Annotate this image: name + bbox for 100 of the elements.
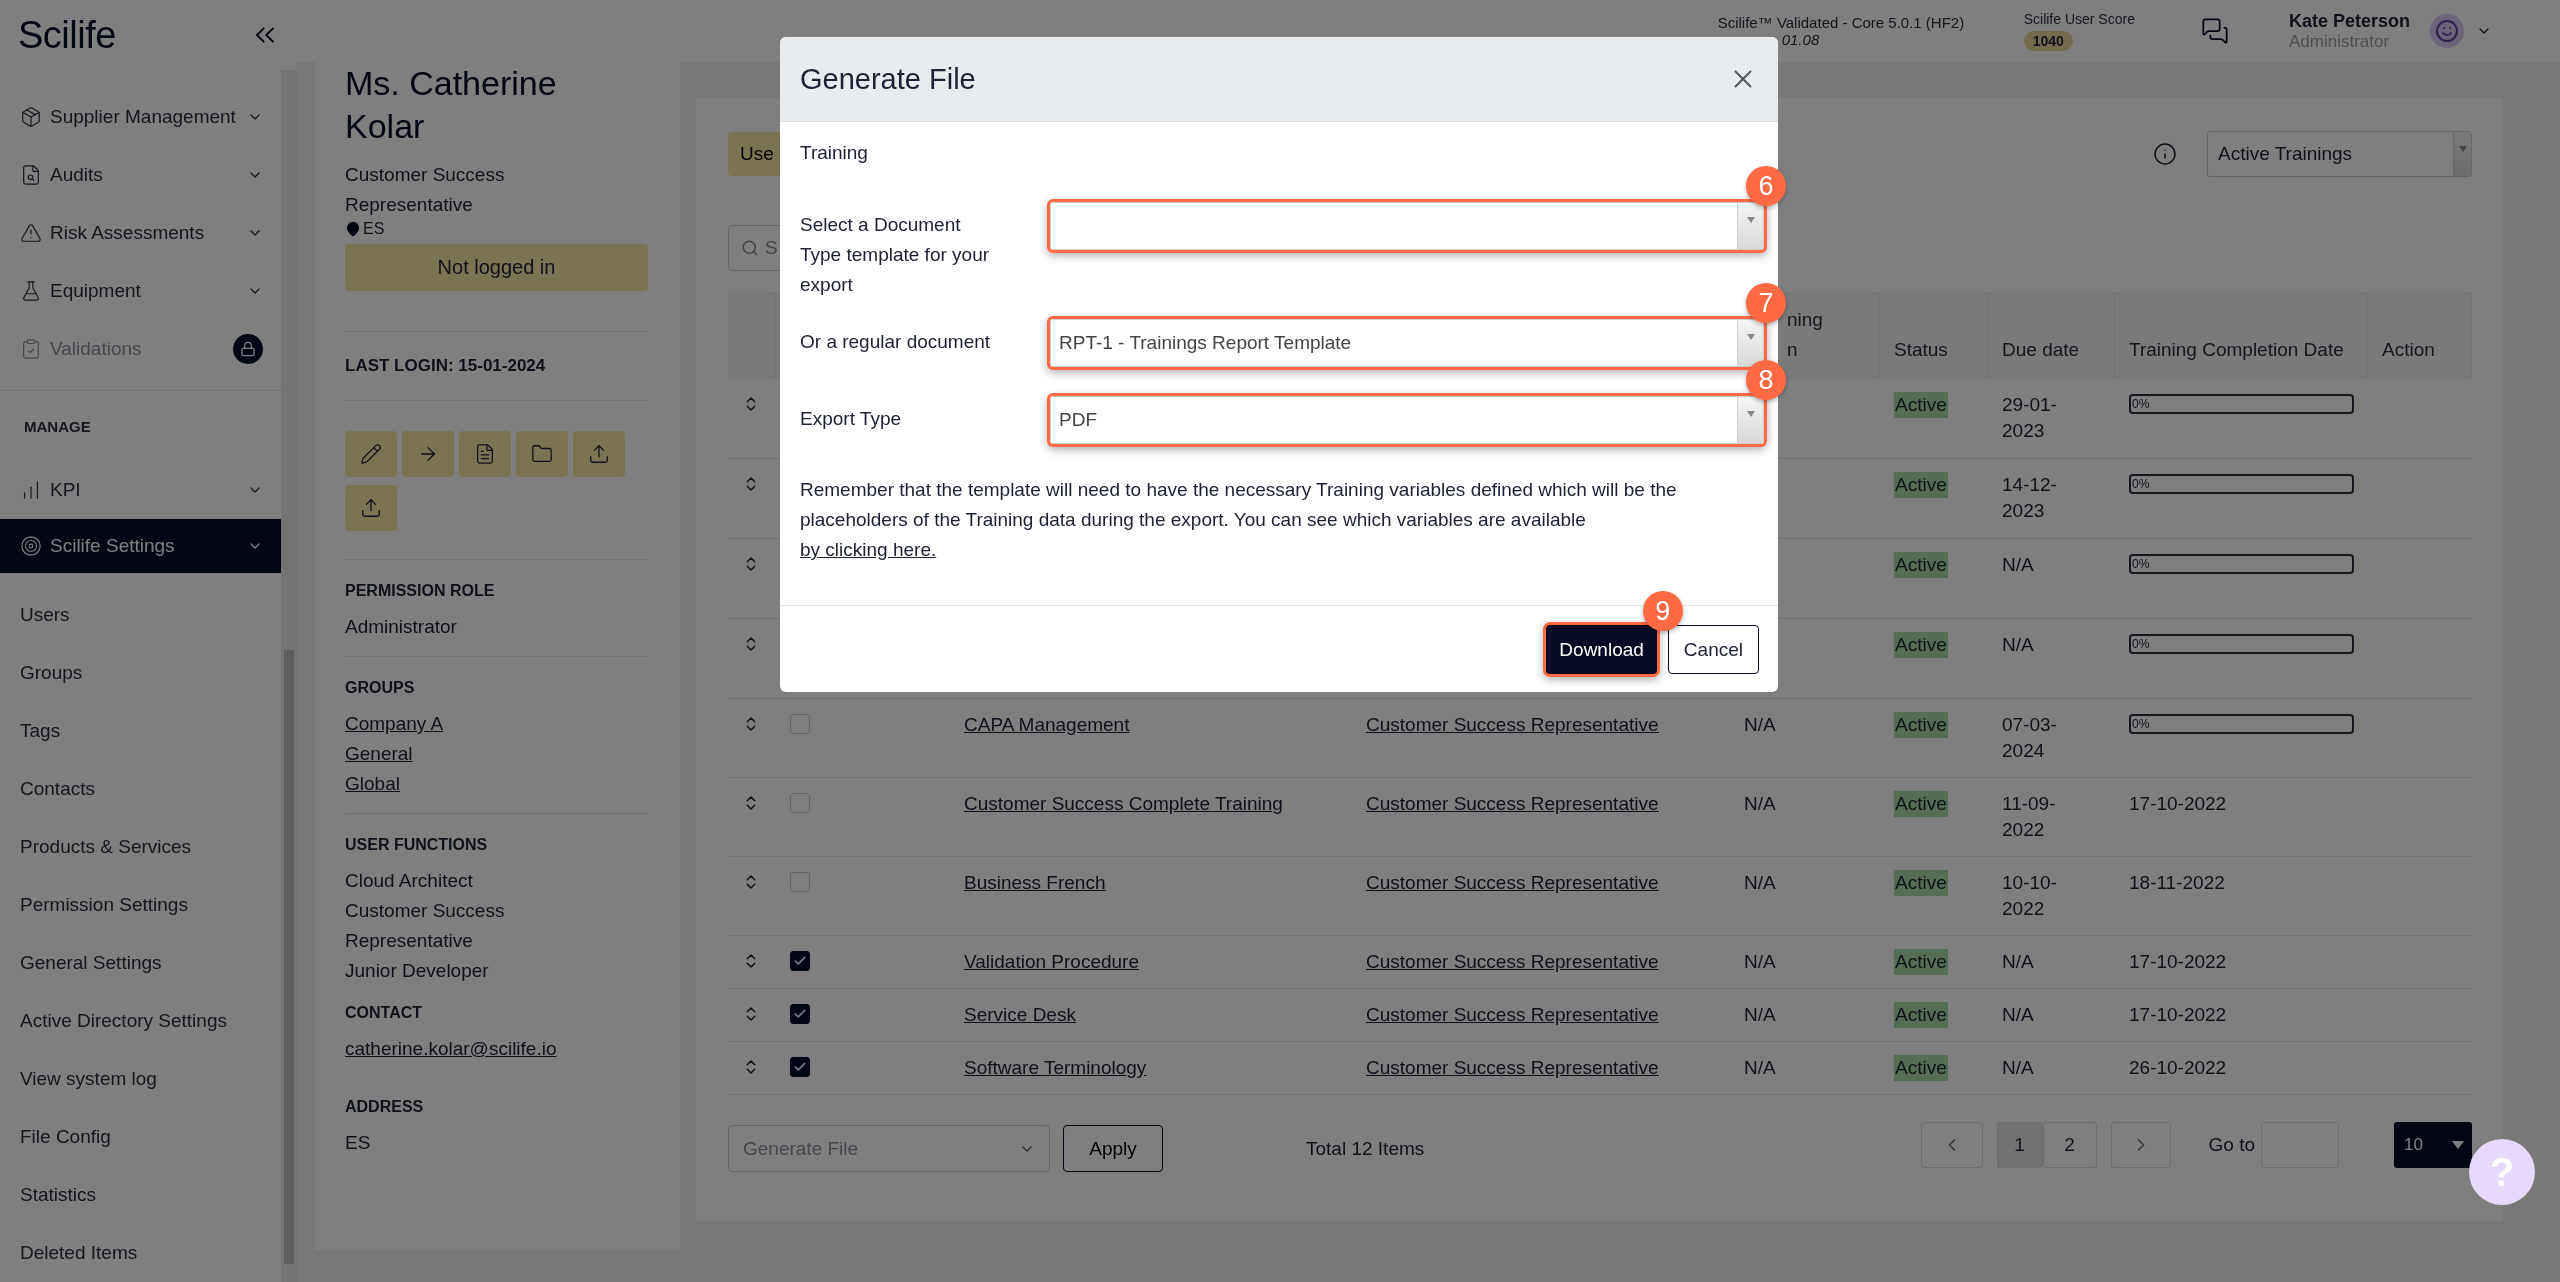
- sidebar-subitem[interactable]: Products & Services: [0, 818, 281, 876]
- apply-button[interactable]: Apply: [1063, 1125, 1163, 1172]
- sidebar-item[interactable]: Supplier Management: [0, 88, 281, 146]
- sidebar-item[interactable]: Risk Assessments: [0, 204, 281, 262]
- row-checkbox[interactable]: [790, 1057, 810, 1077]
- status-badge: Active: [1894, 1002, 1948, 1028]
- role-link[interactable]: Customer Success Representative: [1366, 870, 1659, 896]
- arrow-button[interactable]: [402, 431, 454, 477]
- score-label: Scilife User Score: [2023, 11, 2135, 27]
- download-button[interactable]: Download: [1546, 625, 1657, 674]
- profile-link[interactable]: General: [345, 739, 648, 769]
- sidebar-subitem[interactable]: Deleted Items: [0, 1224, 281, 1282]
- role-link[interactable]: Customer Success Representative: [1366, 1055, 1659, 1081]
- sidebar-subitem[interactable]: File Config: [0, 1108, 281, 1166]
- table-cell-text: N/A: [1744, 713, 1776, 737]
- role-link[interactable]: Customer Success Representative: [1366, 791, 1659, 817]
- table-cell-text: 18-11-2022: [2129, 871, 2225, 895]
- sidebar-subitem[interactable]: Groups: [0, 644, 281, 702]
- caret-icon: [1746, 411, 1755, 417]
- table-cell-text: 07-03-2024: [2002, 713, 2058, 763]
- edit-button[interactable]: [345, 431, 397, 477]
- file-button[interactable]: [459, 431, 511, 477]
- upload-icon: [588, 443, 610, 465]
- sidebar-subitem[interactable]: Tags: [0, 702, 281, 760]
- sidebar-subitem[interactable]: General Settings: [0, 934, 281, 992]
- sidebar-item[interactable]: Audits: [0, 146, 281, 204]
- status-badge: Active: [1894, 552, 1948, 578]
- help-link[interactable]: by clicking here.: [800, 539, 937, 560]
- cancel-button[interactable]: Cancel: [1667, 625, 1759, 674]
- page-size-select[interactable]: 10: [2394, 1121, 2472, 1168]
- training-link[interactable]: Business French: [964, 870, 1106, 896]
- role-link[interactable]: Customer Success Representative: [1366, 712, 1659, 738]
- location-text: ES: [363, 220, 385, 238]
- status-badge: Active: [1894, 1055, 1948, 1081]
- package-icon: [20, 106, 42, 128]
- table-cell-text: N/A: [2002, 633, 2035, 657]
- sidebar-item[interactable]: KPI: [0, 461, 281, 519]
- column-header: Status: [1894, 338, 1948, 362]
- training-link[interactable]: Service Desk: [964, 1002, 1076, 1028]
- table-cell-text: N/A: [1744, 1003, 1776, 1027]
- sidebar-item[interactable]: Scilife Settings: [0, 519, 281, 573]
- training-link[interactable]: Customer Success Complete Training: [964, 791, 1283, 817]
- progress-bar: 0%: [2129, 554, 2354, 574]
- row-checkbox[interactable]: [790, 1004, 810, 1024]
- training-link[interactable]: CAPA Management: [964, 712, 1130, 738]
- profile-text: Cloud Architect: [345, 869, 474, 893]
- user-name: Kate Peterson: [2288, 10, 2410, 32]
- select-field[interactable]: RPT-1 - Trainings Report Template: [1050, 319, 1764, 367]
- role-link[interactable]: Customer Success Representative: [1366, 1002, 1659, 1028]
- section-heading: ADDRESS: [345, 1098, 425, 1116]
- table-cell-text: 29-01-2023: [2002, 393, 2058, 443]
- document-search-icon: [20, 164, 42, 186]
- select-field[interactable]: PDF: [1050, 396, 1764, 444]
- training-link[interactable]: Validation Procedure: [964, 949, 1139, 975]
- profile-link[interactable]: catherine.kolar@scilife.io: [345, 1034, 648, 1064]
- sidebar-subitem[interactable]: Permission Settings: [0, 876, 281, 934]
- profile-link[interactable]: Global: [345, 769, 648, 799]
- total-items: Total 12 Items: [1306, 1137, 1425, 1160]
- status-badge: Active: [1894, 870, 1948, 896]
- filter-select[interactable]: Active Trainings: [2207, 131, 2472, 177]
- profile-link[interactable]: Company A: [345, 709, 648, 739]
- sidebar-item[interactable]: Validations: [0, 320, 281, 378]
- score-badge: 1040: [2023, 31, 2073, 51]
- sidebar-subitem[interactable]: Statistics: [0, 1166, 281, 1224]
- column-header: Due date: [2002, 338, 2080, 362]
- version-text: Scilife™ Validated - Core 5.0.1 (HF2): [1717, 14, 1966, 31]
- login-status-button[interactable]: Not logged in: [345, 244, 648, 291]
- search-icon: [741, 239, 759, 257]
- training-link[interactable]: Software Terminology: [964, 1055, 1147, 1081]
- chat-button[interactable]: [2200, 17, 2229, 45]
- page-button[interactable]: 1: [1996, 1121, 2043, 1168]
- role-link[interactable]: Customer Success Representative: [1366, 949, 1659, 975]
- page-button[interactable]: 2: [2042, 1121, 2097, 1168]
- table-cell-text: N/A: [1744, 871, 1776, 895]
- progress-bar: 0%: [2129, 634, 2354, 654]
- upload-button[interactable]: [345, 485, 397, 531]
- sidebar-subitem[interactable]: Active Directory Settings: [0, 992, 281, 1050]
- status-badge: Active: [1894, 791, 1948, 817]
- check-icon: [793, 1060, 807, 1074]
- sidebar-subitem[interactable]: Contacts: [0, 760, 281, 818]
- table-cell-text: N/A: [2002, 950, 2035, 974]
- profile-name: Ms. Catherine Kolar: [345, 63, 558, 147]
- folder-button[interactable]: [516, 431, 568, 477]
- status-badge: Active: [1894, 949, 1948, 975]
- upload-button[interactable]: [573, 431, 625, 477]
- section-label: Training: [800, 142, 869, 164]
- select-field[interactable]: [1050, 202, 1764, 250]
- table-cell-text: 17-10-2022: [2129, 1003, 2227, 1027]
- edit-icon: [360, 443, 382, 465]
- table-cell-text: 11-09-2022: [2002, 792, 2057, 842]
- step-number: 7: [1746, 283, 1786, 323]
- avatar[interactable]: [2430, 14, 2464, 48]
- table-cell-text: N/A: [1744, 792, 1776, 816]
- row-checkbox[interactable]: [790, 951, 810, 971]
- sidebar-subitem[interactable]: View system log: [0, 1050, 281, 1108]
- file-icon: [474, 443, 496, 465]
- sidebar-item[interactable]: Equipment: [0, 262, 281, 320]
- version-date: 01.08: [1780, 31, 1821, 48]
- smile-icon: [2435, 19, 2459, 43]
- sidebar-subitem[interactable]: Users: [0, 586, 281, 644]
